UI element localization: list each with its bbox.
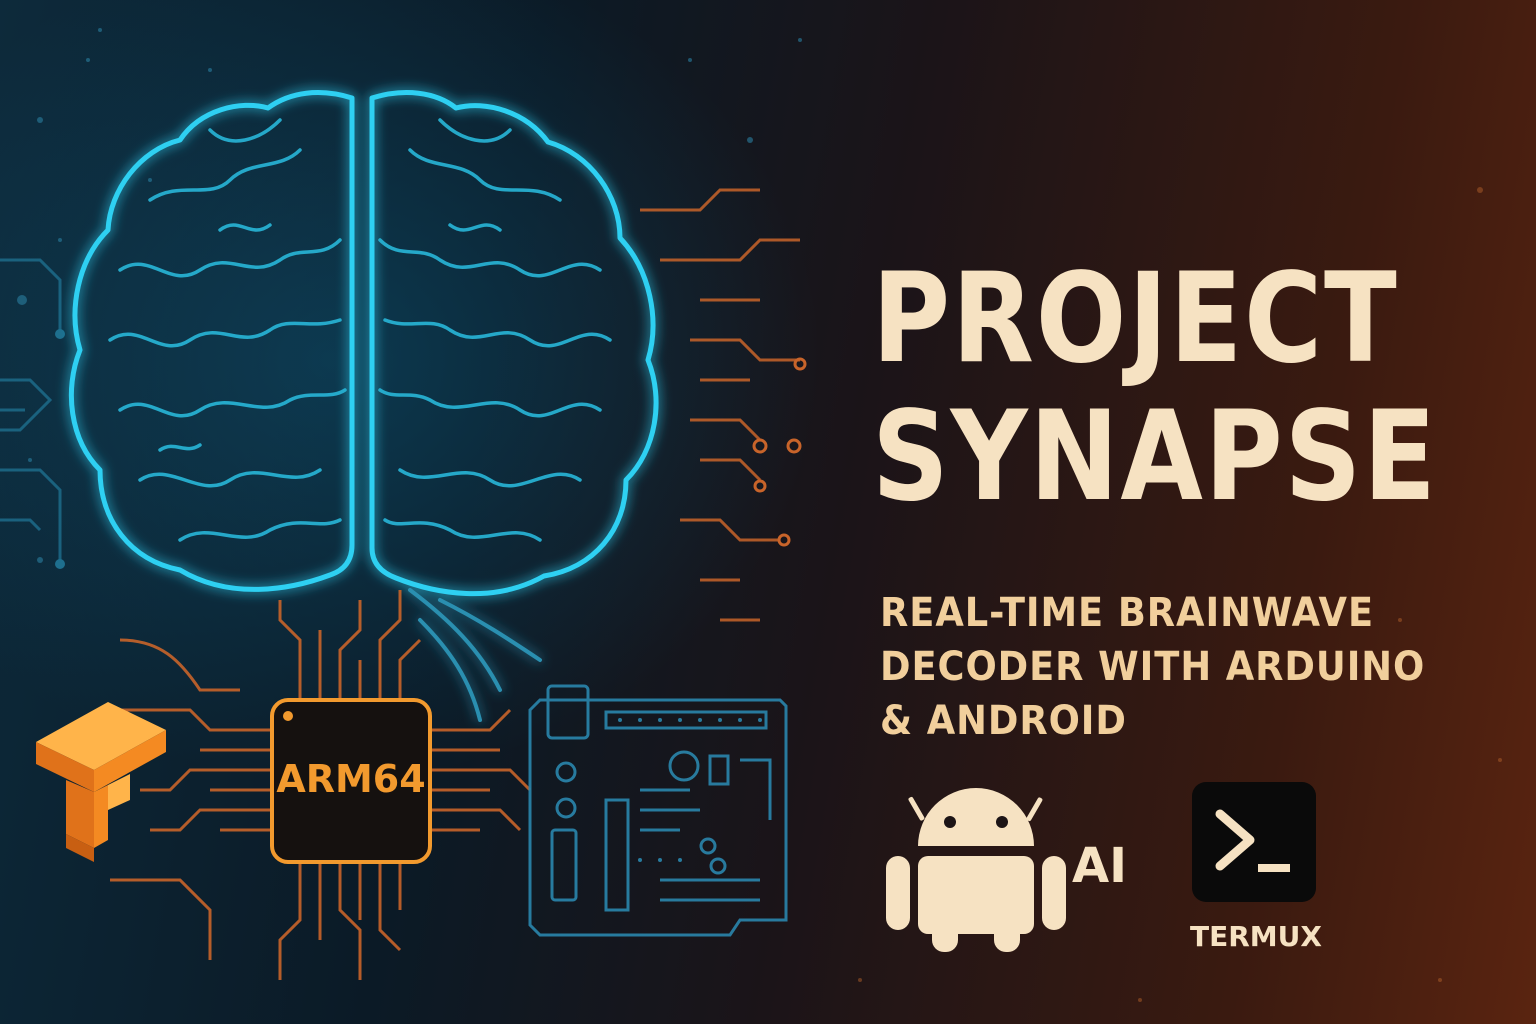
terminal-icon — [1215, 809, 1290, 872]
termux-logo — [1192, 782, 1316, 902]
ai-label: AI — [1072, 838, 1128, 894]
termux-label: TERMUX — [1190, 920, 1322, 953]
